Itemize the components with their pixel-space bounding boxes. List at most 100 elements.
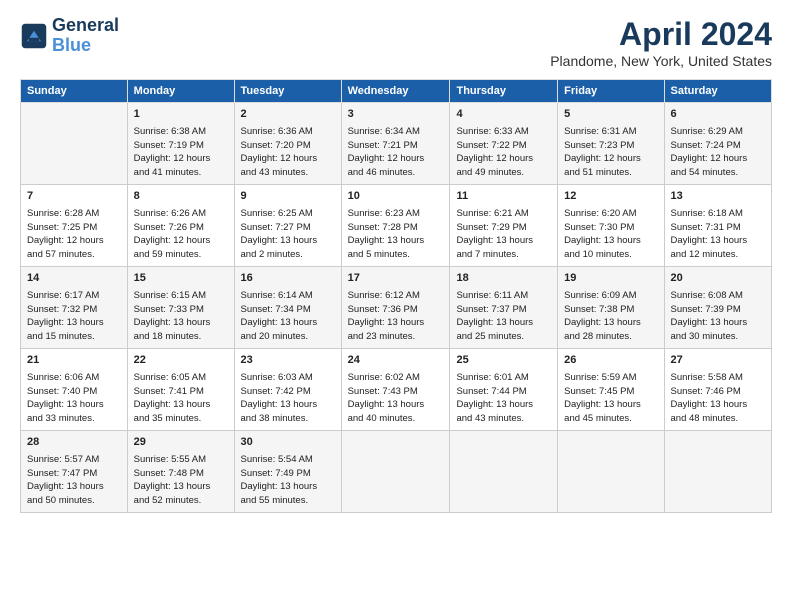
calendar-cell: 28 Sunrise: 5:57 AM Sunset: 7:47 PM Dayli… bbox=[21, 431, 128, 513]
calendar-cell: 19Sunrise: 6:09 AM Sunset: 7:38 PM Dayli… bbox=[558, 267, 664, 349]
day-info: Sunrise: 6:21 AM Sunset: 7:29 PM Dayligh… bbox=[456, 207, 551, 262]
calendar-cell: 7 Sunrise: 6:28 AM Sunset: 7:25 PM Daylig… bbox=[21, 185, 128, 267]
day-number: 30 bbox=[241, 435, 335, 451]
day-info: Sunrise: 6:05 AM Sunset: 7:41 PM Dayligh… bbox=[134, 371, 228, 426]
calendar-cell: 11 Sunrise: 6:21 AM Sunset: 7:29 PM Dayli… bbox=[450, 185, 558, 267]
day-number: 4 bbox=[456, 107, 551, 123]
day-number: 12 bbox=[564, 189, 657, 205]
calendar-cell bbox=[558, 431, 664, 513]
day-number: 11 bbox=[456, 189, 551, 205]
day-number: 16 bbox=[241, 271, 335, 287]
day-number: 6 bbox=[671, 107, 765, 123]
day-info: Sunrise: 6:36 AM Sunset: 7:20 PM Dayligh… bbox=[241, 125, 335, 180]
calendar-cell: 2 Sunrise: 6:36 AM Sunset: 7:20 PM Daylig… bbox=[234, 103, 341, 185]
calendar-cell: 12 Sunrise: 6:20 AM Sunset: 7:30 PM Dayli… bbox=[558, 185, 664, 267]
day-info: Sunrise: 5:59 AM Sunset: 7:45 PM Dayligh… bbox=[564, 371, 657, 426]
day-number: 13 bbox=[671, 189, 765, 205]
day-number: 2 bbox=[241, 107, 335, 123]
calendar-cell: 16Sunrise: 6:14 AM Sunset: 7:34 PM Dayli… bbox=[234, 267, 341, 349]
day-number: 10 bbox=[348, 189, 444, 205]
week-row-4: 21 Sunrise: 6:06 AM Sunset: 7:40 PM Dayli… bbox=[21, 349, 772, 431]
day-number: 5 bbox=[564, 107, 657, 123]
day-info: Sunrise: 6:17 AM Sunset: 7:32 PM Dayligh… bbox=[27, 289, 121, 344]
calendar-cell: 1 Sunrise: 6:38 AM Sunset: 7:19 PM Daylig… bbox=[127, 103, 234, 185]
calendar-cell: 23 Sunrise: 6:03 AM Sunset: 7:42 PM Dayli… bbox=[234, 349, 341, 431]
day-info: Sunrise: 6:25 AM Sunset: 7:27 PM Dayligh… bbox=[241, 207, 335, 262]
day-number: 7 bbox=[27, 189, 121, 205]
week-row-2: 7 Sunrise: 6:28 AM Sunset: 7:25 PM Daylig… bbox=[21, 185, 772, 267]
day-info: Sunrise: 6:01 AM Sunset: 7:44 PM Dayligh… bbox=[456, 371, 551, 426]
day-number: 22 bbox=[134, 353, 228, 369]
week-row-1: 1 Sunrise: 6:38 AM Sunset: 7:19 PM Daylig… bbox=[21, 103, 772, 185]
column-header-thursday: Thursday bbox=[450, 80, 558, 103]
day-info: Sunrise: 6:31 AM Sunset: 7:23 PM Dayligh… bbox=[564, 125, 657, 180]
day-info: Sunrise: 6:38 AM Sunset: 7:19 PM Dayligh… bbox=[134, 125, 228, 180]
day-info: Sunrise: 6:29 AM Sunset: 7:24 PM Dayligh… bbox=[671, 125, 765, 180]
column-header-sunday: Sunday bbox=[21, 80, 128, 103]
calendar-cell: 24Sunrise: 6:02 AM Sunset: 7:43 PM Dayli… bbox=[341, 349, 450, 431]
title-block: April 2024 Plandome, New York, United St… bbox=[550, 16, 772, 69]
day-info: Sunrise: 6:34 AM Sunset: 7:21 PM Dayligh… bbox=[348, 125, 444, 180]
column-header-friday: Friday bbox=[558, 80, 664, 103]
calendar-cell: 18Sunrise: 6:11 AM Sunset: 7:37 PM Dayli… bbox=[450, 267, 558, 349]
day-number: 8 bbox=[134, 189, 228, 205]
day-number: 15 bbox=[134, 271, 228, 287]
day-info: Sunrise: 6:12 AM Sunset: 7:36 PM Dayligh… bbox=[348, 289, 444, 344]
day-info: Sunrise: 6:18 AM Sunset: 7:31 PM Dayligh… bbox=[671, 207, 765, 262]
calendar-cell: 13 Sunrise: 6:18 AM Sunset: 7:31 PM Dayli… bbox=[664, 185, 771, 267]
day-info: Sunrise: 6:11 AM Sunset: 7:37 PM Dayligh… bbox=[456, 289, 551, 344]
day-number: 9 bbox=[241, 189, 335, 205]
day-number: 1 bbox=[134, 107, 228, 123]
day-number: 19 bbox=[564, 271, 657, 287]
day-info: Sunrise: 5:57 AM Sunset: 7:47 PM Dayligh… bbox=[27, 453, 121, 508]
calendar-table: SundayMondayTuesdayWednesdayThursdayFrid… bbox=[20, 79, 772, 513]
header: General Blue April 2024 Plandome, New Yo… bbox=[20, 16, 772, 69]
logo-text: General Blue bbox=[52, 16, 119, 56]
calendar-cell bbox=[450, 431, 558, 513]
calendar-cell: 22 Sunrise: 6:05 AM Sunset: 7:41 PM Dayli… bbox=[127, 349, 234, 431]
column-header-wednesday: Wednesday bbox=[341, 80, 450, 103]
calendar-cell: 30 Sunrise: 5:54 AM Sunset: 7:49 PM Dayli… bbox=[234, 431, 341, 513]
column-header-tuesday: Tuesday bbox=[234, 80, 341, 103]
day-number: 17 bbox=[348, 271, 444, 287]
calendar-cell: 20Sunrise: 6:08 AM Sunset: 7:39 PM Dayli… bbox=[664, 267, 771, 349]
day-info: Sunrise: 5:54 AM Sunset: 7:49 PM Dayligh… bbox=[241, 453, 335, 508]
day-info: Sunrise: 6:26 AM Sunset: 7:26 PM Dayligh… bbox=[134, 207, 228, 262]
day-info: Sunrise: 6:23 AM Sunset: 7:28 PM Dayligh… bbox=[348, 207, 444, 262]
calendar-cell bbox=[341, 431, 450, 513]
calendar-cell: 15 Sunrise: 6:15 AM Sunset: 7:33 PM Dayli… bbox=[127, 267, 234, 349]
day-number: 27 bbox=[671, 353, 765, 369]
calendar-cell: 4 Sunrise: 6:33 AM Sunset: 7:22 PM Daylig… bbox=[450, 103, 558, 185]
calendar-cell: 9 Sunrise: 6:25 AM Sunset: 7:27 PM Daylig… bbox=[234, 185, 341, 267]
calendar-cell: 25Sunrise: 6:01 AM Sunset: 7:44 PM Dayli… bbox=[450, 349, 558, 431]
calendar-cell: 21 Sunrise: 6:06 AM Sunset: 7:40 PM Dayli… bbox=[21, 349, 128, 431]
calendar-body: 1 Sunrise: 6:38 AM Sunset: 7:19 PM Daylig… bbox=[21, 103, 772, 513]
calendar-cell: 3 Sunrise: 6:34 AM Sunset: 7:21 PM Daylig… bbox=[341, 103, 450, 185]
day-info: Sunrise: 6:28 AM Sunset: 7:25 PM Dayligh… bbox=[27, 207, 121, 262]
page: General Blue April 2024 Plandome, New Yo… bbox=[0, 0, 792, 523]
day-info: Sunrise: 6:06 AM Sunset: 7:40 PM Dayligh… bbox=[27, 371, 121, 426]
day-number: 28 bbox=[27, 435, 121, 451]
calendar-header-row: SundayMondayTuesdayWednesdayThursdayFrid… bbox=[21, 80, 772, 103]
calendar-cell: 27 Sunrise: 5:58 AM Sunset: 7:46 PM Dayli… bbox=[664, 349, 771, 431]
calendar-cell: 17 Sunrise: 6:12 AM Sunset: 7:36 PM Dayli… bbox=[341, 267, 450, 349]
day-info: Sunrise: 6:33 AM Sunset: 7:22 PM Dayligh… bbox=[456, 125, 551, 180]
day-info: Sunrise: 5:58 AM Sunset: 7:46 PM Dayligh… bbox=[671, 371, 765, 426]
calendar-cell bbox=[664, 431, 771, 513]
logo: General Blue bbox=[20, 16, 119, 56]
day-number: 3 bbox=[348, 107, 444, 123]
day-info: Sunrise: 6:03 AM Sunset: 7:42 PM Dayligh… bbox=[241, 371, 335, 426]
month-title: April 2024 bbox=[550, 16, 772, 53]
column-header-monday: Monday bbox=[127, 80, 234, 103]
day-info: Sunrise: 6:20 AM Sunset: 7:30 PM Dayligh… bbox=[564, 207, 657, 262]
calendar-cell: 6 Sunrise: 6:29 AM Sunset: 7:24 PM Daylig… bbox=[664, 103, 771, 185]
day-number: 23 bbox=[241, 353, 335, 369]
calendar-cell: 29Sunrise: 5:55 AM Sunset: 7:48 PM Dayli… bbox=[127, 431, 234, 513]
week-row-3: 14Sunrise: 6:17 AM Sunset: 7:32 PM Dayli… bbox=[21, 267, 772, 349]
day-info: Sunrise: 6:15 AM Sunset: 7:33 PM Dayligh… bbox=[134, 289, 228, 344]
day-number: 21 bbox=[27, 353, 121, 369]
calendar-cell: 14Sunrise: 6:17 AM Sunset: 7:32 PM Dayli… bbox=[21, 267, 128, 349]
week-row-5: 28 Sunrise: 5:57 AM Sunset: 7:47 PM Dayli… bbox=[21, 431, 772, 513]
day-info: Sunrise: 6:02 AM Sunset: 7:43 PM Dayligh… bbox=[348, 371, 444, 426]
calendar-cell: 8 Sunrise: 6:26 AM Sunset: 7:26 PM Daylig… bbox=[127, 185, 234, 267]
